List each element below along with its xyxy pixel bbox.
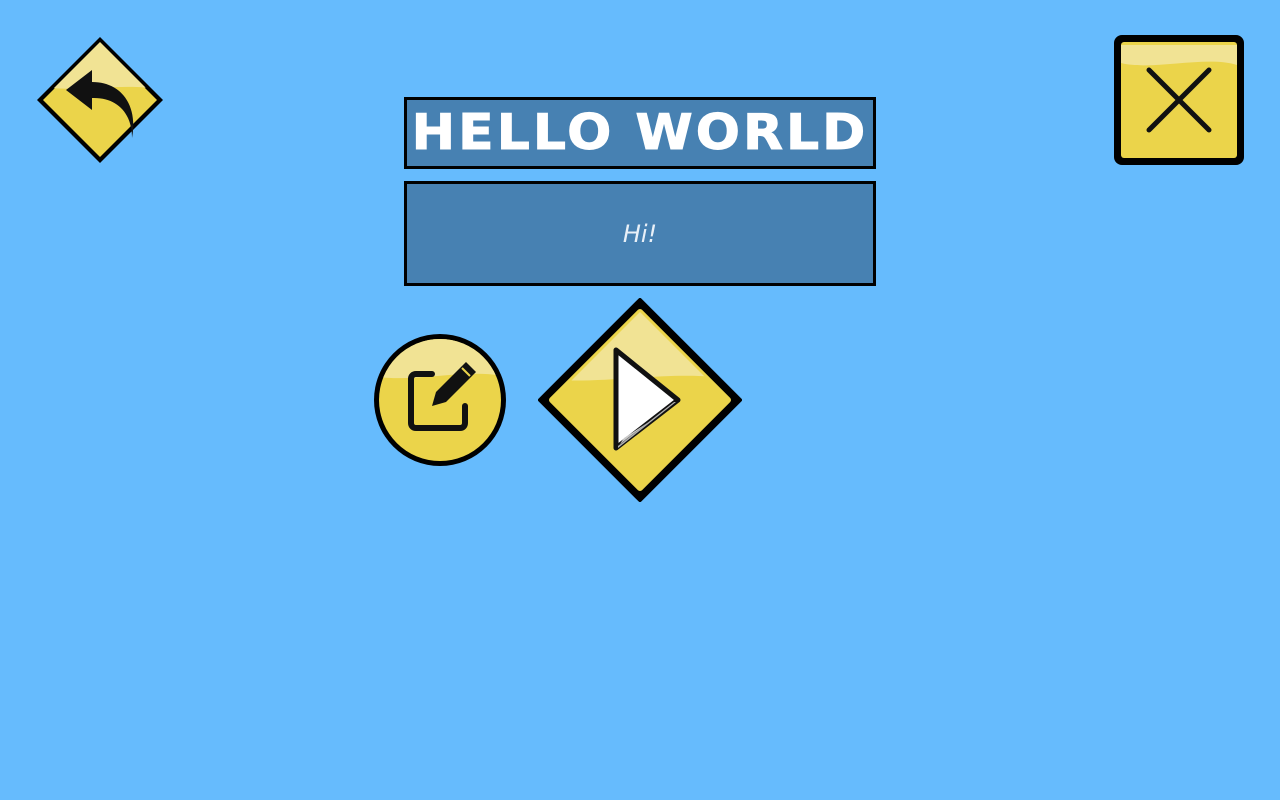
message-panel: Hi! xyxy=(404,181,876,286)
close-button-shape xyxy=(1114,35,1244,165)
title-text: HELLO WORLD xyxy=(411,104,869,162)
play-button[interactable] xyxy=(538,298,742,502)
edit-button-shape xyxy=(374,334,506,466)
close-button[interactable] xyxy=(1112,33,1246,167)
edit-button[interactable] xyxy=(372,332,508,468)
play-button-shape xyxy=(538,298,742,502)
back-button[interactable] xyxy=(34,34,166,166)
message-text: Hi! xyxy=(622,219,658,248)
back-button-shape xyxy=(37,37,163,163)
title-banner: HELLO WORLD xyxy=(404,97,876,169)
